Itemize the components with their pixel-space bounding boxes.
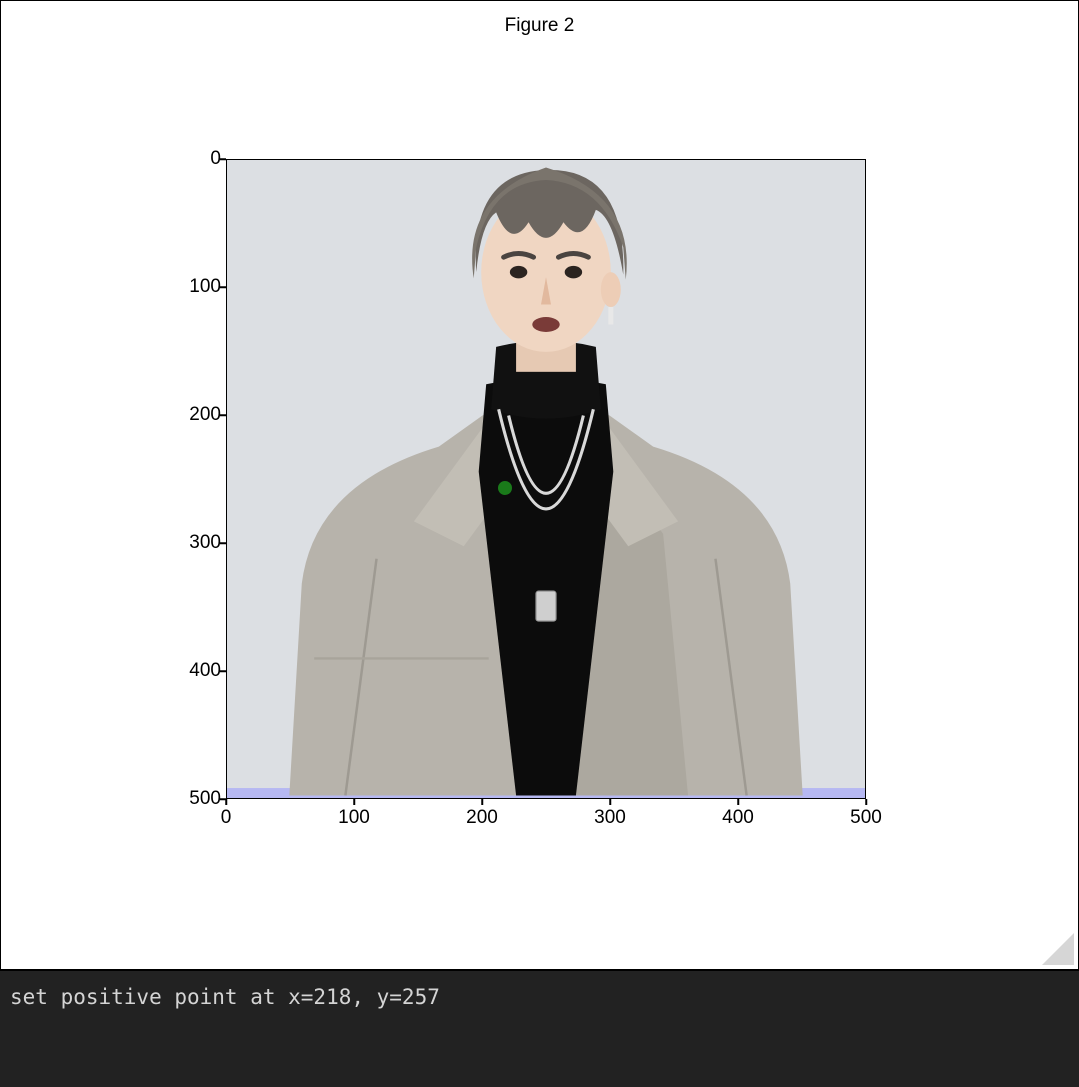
x-tick-label: 0 bbox=[221, 807, 232, 829]
figure-title: Figure 2 bbox=[1, 15, 1078, 37]
console-output: set positive point at x=218, y=257 bbox=[0, 970, 1079, 1087]
y-tick-label: 400 bbox=[189, 660, 221, 682]
y-tick-label: 200 bbox=[189, 404, 221, 426]
plot-area[interactable]: 0 100 200 300 400 500 0 100 200 300 400 … bbox=[226, 159, 866, 799]
x-tick-mark bbox=[737, 799, 739, 805]
x-tick-label: 100 bbox=[338, 807, 370, 829]
y-tick-label: 0 bbox=[210, 148, 221, 170]
x-tick-mark bbox=[481, 799, 483, 805]
x-tick-label: 500 bbox=[850, 807, 882, 829]
x-tick-mark bbox=[353, 799, 355, 805]
x-tick-mark bbox=[865, 799, 867, 805]
y-tick-label: 100 bbox=[189, 276, 221, 298]
axes-image[interactable] bbox=[226, 159, 866, 799]
matplotlib-figure-window: Figure 2 bbox=[0, 0, 1079, 970]
displayed-image[interactable] bbox=[227, 160, 865, 798]
resize-grip-icon[interactable] bbox=[1042, 933, 1074, 965]
y-tick-label: 500 bbox=[189, 788, 221, 810]
x-tick-mark bbox=[225, 799, 227, 805]
console-line: set positive point at x=218, y=257 bbox=[10, 985, 1069, 1009]
y-tick-label: 300 bbox=[189, 532, 221, 554]
x-tick-label: 200 bbox=[466, 807, 498, 829]
x-tick-mark bbox=[609, 799, 611, 805]
x-tick-label: 400 bbox=[722, 807, 754, 829]
x-tick-label: 300 bbox=[594, 807, 626, 829]
positive-point-marker bbox=[498, 481, 512, 495]
